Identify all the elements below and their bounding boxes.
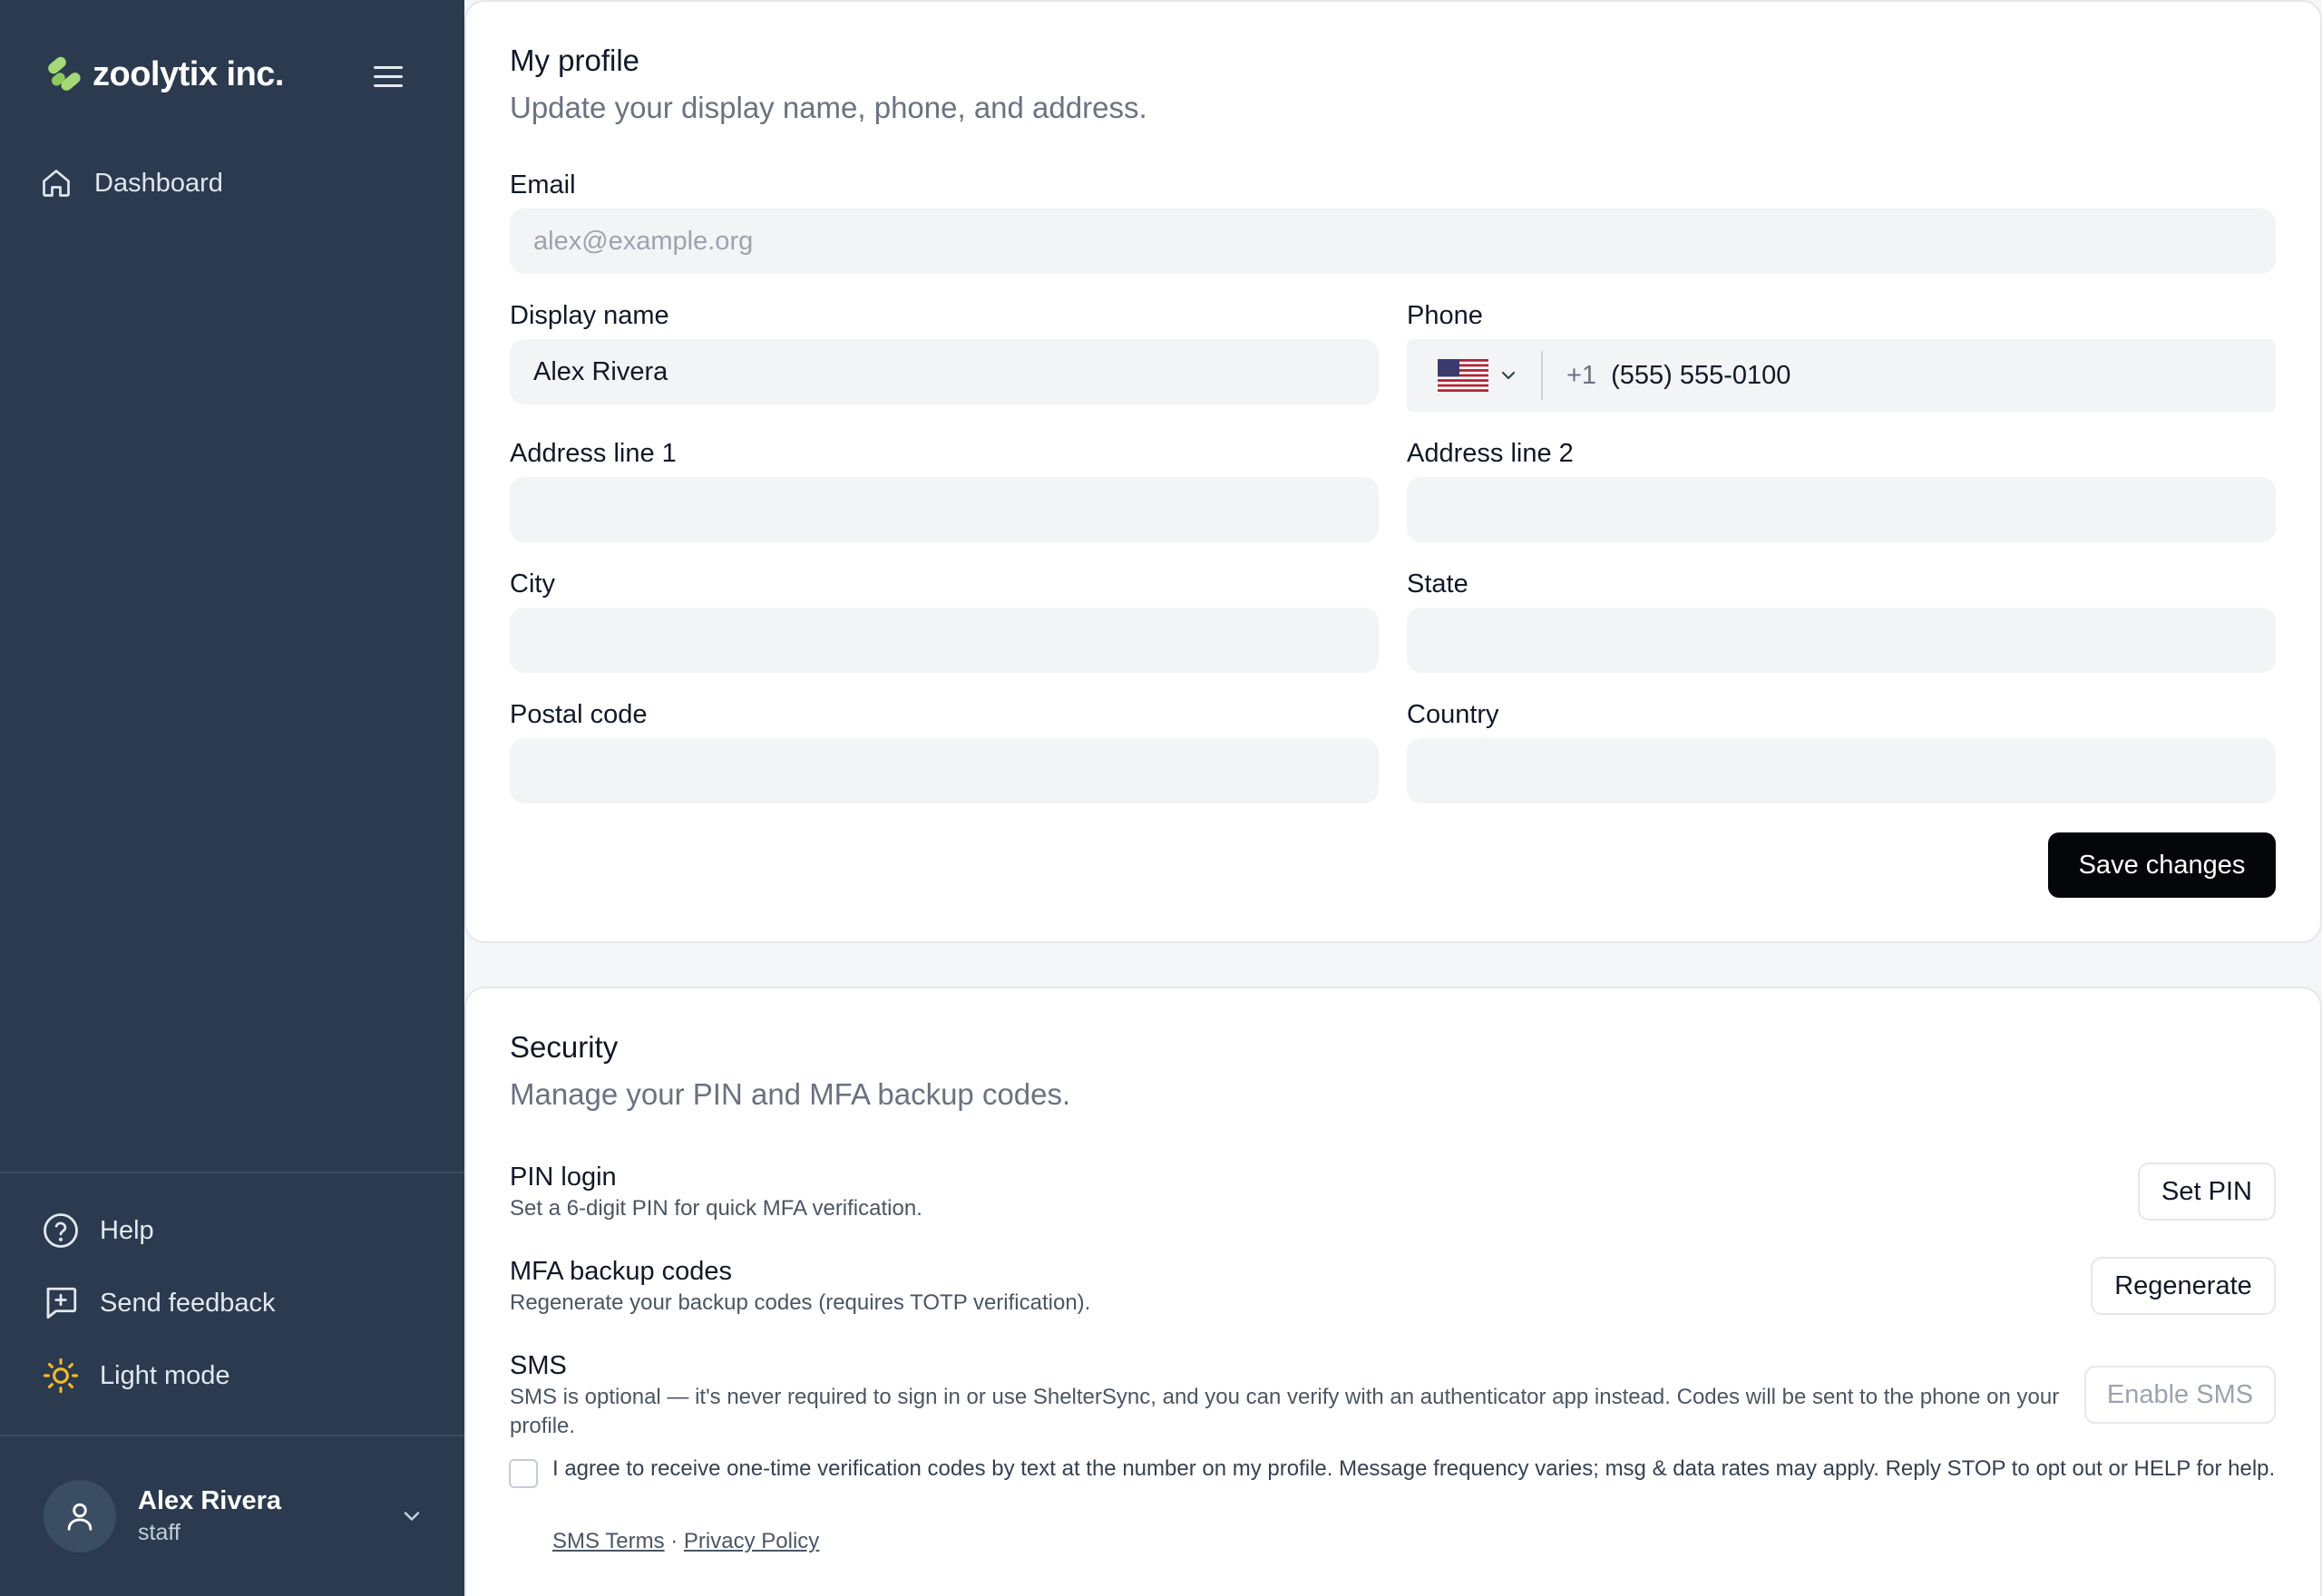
privacy-policy-link[interactable]: Privacy Policy <box>684 1529 819 1553</box>
sms-description: SMS is optional — it's never required to… <box>510 1385 2060 1438</box>
profile-subtitle: Update your display name, phone, and add… <box>510 91 1147 124</box>
brand[interactable]: zoolytix inc. <box>44 53 284 96</box>
mfa-backup-description: Regenerate your backup codes (requires T… <box>510 1290 1091 1315</box>
email-field[interactable] <box>510 209 2276 274</box>
address2-label: Address line 2 <box>1407 439 1574 468</box>
display-name-label: Display name <box>510 301 669 330</box>
sms-terms-link[interactable]: SMS Terms <box>552 1529 665 1553</box>
save-changes-button[interactable]: Save changes <box>2048 832 2276 898</box>
pin-login-description: Set a 6-digit PIN for quick MFA verifica… <box>510 1196 922 1221</box>
city-field[interactable] <box>510 608 1379 673</box>
mfa-backup-title: MFA backup codes <box>510 1257 733 1286</box>
profile-title: My profile <box>510 44 640 77</box>
nav-item-dashboard[interactable]: Dashboard <box>40 167 223 200</box>
help-icon <box>44 1213 78 1248</box>
sidebar: zoolytix inc. Dashboard Help Send feedba… <box>0 0 464 1596</box>
sms-consent-text: I agree to receive one-time verification… <box>552 1456 2276 1481</box>
phone-input[interactable] <box>1596 339 2276 412</box>
nav-item-help[interactable]: Help <box>42 1212 154 1250</box>
email-label: Email <box>510 170 576 200</box>
user-menu[interactable]: Alex Rivera staff <box>44 1478 424 1554</box>
home-icon <box>43 170 70 197</box>
phone-field: +1 <box>1407 339 2276 412</box>
security-title: Security <box>510 1030 619 1064</box>
sms-title: SMS <box>510 1351 567 1380</box>
regenerate-button[interactable]: Regenerate <box>2091 1257 2276 1315</box>
feedback-icon <box>46 1287 77 1319</box>
security-subtitle: Manage your PIN and MFA backup codes. <box>510 1077 1071 1111</box>
user-name: Alex Rivera <box>138 1486 281 1515</box>
sun-icon <box>43 1358 79 1394</box>
theme-toggle-label: Light mode <box>100 1360 230 1390</box>
sms-consent-checkbox[interactable] <box>509 1459 538 1488</box>
state-label: State <box>1407 569 1468 598</box>
enable-sms-button[interactable]: Enable SMS <box>2084 1366 2276 1424</box>
menu-toggle-button[interactable] <box>370 58 406 94</box>
user-info: Alex Rivera staff <box>138 1486 281 1546</box>
sidebar-divider <box>0 1435 464 1436</box>
user-icon <box>67 1503 93 1531</box>
us-flag-icon <box>1438 359 1488 392</box>
country-field[interactable] <box>1407 738 2276 803</box>
sidebar-divider <box>0 1172 464 1173</box>
address2-field[interactable] <box>1407 477 2276 542</box>
address1-field[interactable] <box>510 477 1379 542</box>
state-field[interactable] <box>1407 608 2276 673</box>
phone-country-code: +1 <box>1566 360 1597 390</box>
city-label: City <box>510 569 555 598</box>
display-name-field[interactable] <box>510 339 1379 404</box>
country-code-select[interactable] <box>1407 339 1541 412</box>
hamburger-icon <box>374 66 403 87</box>
brand-logo-icon <box>48 56 81 91</box>
sms-links: SMS Terms · Privacy Policy <box>552 1529 819 1554</box>
postal-code-label: Postal code <box>510 700 648 729</box>
user-role: staff <box>138 1520 180 1545</box>
nav-label-send-feedback: Send feedback <box>100 1288 276 1318</box>
chevron-down-icon <box>404 1512 420 1521</box>
chevron-down-icon <box>1501 371 1516 380</box>
avatar <box>44 1480 116 1552</box>
postal-code-field[interactable] <box>510 738 1379 803</box>
brand-name: zoolytix inc. <box>93 54 284 93</box>
nav-label-dashboard: Dashboard <box>94 168 223 198</box>
phone-separator <box>1541 351 1543 400</box>
nav-label-help: Help <box>100 1215 154 1245</box>
country-label: Country <box>1407 700 1499 729</box>
phone-label: Phone <box>1407 301 1483 330</box>
theme-toggle[interactable]: Light mode <box>42 1357 230 1395</box>
set-pin-button[interactable]: Set PIN <box>2138 1163 2276 1221</box>
link-separator: · <box>670 1529 678 1553</box>
address1-label: Address line 1 <box>510 439 677 468</box>
nav-item-send-feedback[interactable]: Send feedback <box>42 1284 275 1322</box>
pin-login-title: PIN login <box>510 1163 617 1192</box>
